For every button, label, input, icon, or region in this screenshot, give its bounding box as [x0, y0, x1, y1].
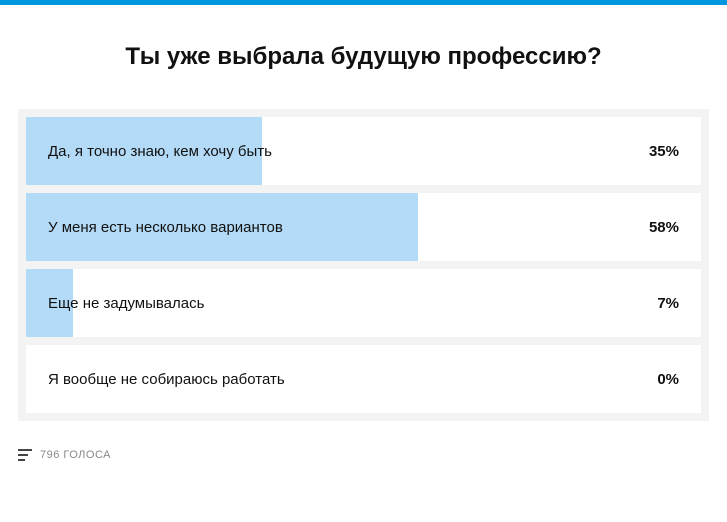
poll-options-list: Да, я точно знаю, кем хочу быть 35% У ме…: [18, 109, 709, 421]
poll-option[interactable]: Да, я точно знаю, кем хочу быть 35%: [26, 117, 701, 185]
top-accent-bar: [0, 0, 727, 5]
poll-footer: 796 ГОЛОСА: [18, 449, 709, 461]
poll-content: Еще не задумывалась 7%: [26, 269, 701, 337]
poll-option-label: Еще не задумывалась: [48, 295, 204, 312]
poll-option-percent: 35%: [649, 143, 679, 160]
poll-option-label: У меня есть несколько вариантов: [48, 219, 283, 236]
poll-title: Ты уже выбрала будущую профессию?: [18, 43, 709, 71]
poll-content: У меня есть несколько вариантов 58%: [26, 193, 701, 261]
poll-option[interactable]: У меня есть несколько вариантов 58%: [26, 193, 701, 261]
poll-option-percent: 7%: [657, 295, 679, 312]
poll-option-label: Да, я точно знаю, кем хочу быть: [48, 143, 272, 160]
vote-count: 796 ГОЛОСА: [40, 449, 111, 461]
poll-content: Я вообще не собираюсь работать 0%: [26, 345, 701, 413]
poll-option-percent: 58%: [649, 219, 679, 236]
poll-container: Ты уже выбрала будущую профессию? Да, я …: [0, 43, 727, 461]
poll-option[interactable]: Еще не задумывалась 7%: [26, 269, 701, 337]
poll-content: Да, я точно знаю, кем хочу быть 35%: [26, 117, 701, 185]
poll-option-percent: 0%: [657, 371, 679, 388]
poll-option-label: Я вообще не собираюсь работать: [48, 371, 285, 388]
results-icon: [18, 449, 32, 461]
poll-option[interactable]: Я вообще не собираюсь работать 0%: [26, 345, 701, 413]
